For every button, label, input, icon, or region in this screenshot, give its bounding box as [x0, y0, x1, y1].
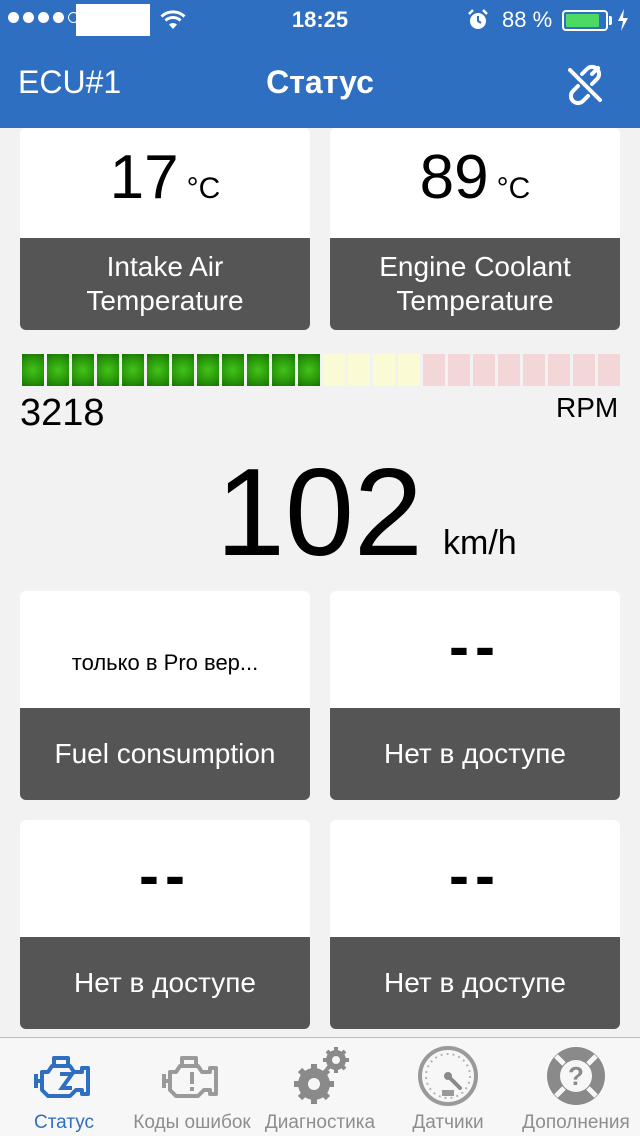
fuel-consumption-label: Fuel consumption	[54, 738, 276, 769]
sensor-card-2[interactable]: -- Нет в доступе	[20, 820, 310, 1029]
rpm-segment	[222, 354, 245, 386]
gauge-icon	[418, 1046, 478, 1106]
rpm-segment	[247, 354, 270, 386]
rpm-segment	[297, 354, 320, 386]
sensor-card-3[interactable]: -- Нет в доступе	[330, 820, 620, 1029]
tab-label: Коды ошибок	[133, 1112, 251, 1133]
rpm-segment	[22, 354, 45, 386]
tab-label: Дополнения	[522, 1112, 630, 1133]
status-bar: 18:25 88 %	[0, 0, 640, 40]
rpm-segment	[197, 354, 220, 386]
sensor-label: Нет в доступе	[384, 967, 566, 998]
tab-bar: Статус Коды ошибок Диагностика Датчики ?…	[0, 1037, 640, 1136]
rpm-segment	[422, 354, 445, 386]
rpm-segment	[547, 354, 571, 386]
rpm-segment	[122, 354, 145, 386]
rpm-segment	[598, 354, 621, 386]
rpm-segment	[472, 354, 495, 386]
sensor-card-1[interactable]: -- Нет в доступе	[330, 591, 620, 800]
gears-icon	[294, 1047, 349, 1104]
alarm-icon	[468, 9, 488, 29]
svg-text:?: ?	[568, 1061, 584, 1091]
help-lifebuoy-icon: ?	[547, 1047, 605, 1105]
sensor-value: --	[449, 842, 501, 909]
pro-version-notice: только в Pro вер...	[71, 649, 259, 675]
battery-icon	[562, 10, 608, 31]
rpm-segment	[522, 354, 545, 386]
rpm-segment	[97, 354, 120, 386]
rpm-segment	[322, 354, 345, 386]
nav-bar: ECU#1 Статус	[0, 40, 640, 128]
rpm-segment	[447, 354, 470, 386]
tab-status[interactable]: Статус	[0, 1038, 128, 1136]
intake-air-unit: °C	[186, 172, 221, 205]
rpm-segment	[72, 354, 95, 386]
tab-error-codes[interactable]: Коды ошибок	[128, 1038, 256, 1136]
battery-percent: 88 %	[502, 7, 553, 32]
intake-air-label-line1: Intake Air	[106, 251, 224, 282]
sensor-value: --	[139, 842, 191, 909]
tab-sensors[interactable]: Датчики	[384, 1038, 512, 1136]
engine-warning-icon	[162, 1056, 218, 1098]
rpm-gauge-bar	[22, 354, 621, 386]
rpm-segment	[147, 354, 170, 386]
speed-unit: km/h	[443, 524, 517, 562]
speed-readout: 102 km/h	[0, 448, 640, 578]
fuel-consumption-card[interactable]: только в Pro вер... Fuel consumption	[20, 591, 310, 800]
tab-label: Диагностика	[264, 1112, 376, 1133]
coolant-label-line2: Temperature	[396, 285, 554, 316]
coolant-card[interactable]: 89 °C Engine Coolant Temperature	[330, 128, 620, 330]
coolant-label-line1: Engine Coolant	[379, 251, 571, 282]
page-title: Статус	[266, 64, 374, 100]
rpm-value: 3218	[20, 392, 105, 434]
intake-air-card[interactable]: 17 °C Intake Air Temperature	[20, 128, 310, 330]
sensor-label: Нет в доступе	[384, 738, 566, 769]
speed-value: 102	[216, 444, 423, 582]
rpm-segment	[47, 354, 70, 386]
unlink-icon[interactable]	[562, 62, 608, 108]
tab-label: Статус	[33, 1112, 95, 1133]
rpm-segment	[397, 354, 420, 386]
sensor-label: Нет в доступе	[74, 967, 256, 998]
rpm-segment	[372, 354, 395, 386]
tab-label: Датчики	[412, 1112, 484, 1133]
intake-air-label-line2: Temperature	[86, 285, 244, 316]
coolant-value: 89	[419, 143, 489, 212]
coolant-unit: °C	[496, 172, 531, 205]
rpm-unit: RPM	[556, 392, 619, 423]
tab-diagnostics[interactable]: Диагностика	[256, 1038, 384, 1136]
rpm-segment	[272, 354, 295, 386]
rpm-segment	[573, 354, 596, 386]
sensor-value: --	[449, 613, 501, 680]
tab-extras[interactable]: ? Дополнения	[512, 1038, 640, 1136]
charging-icon	[618, 9, 628, 31]
rpm-segment	[172, 354, 195, 386]
rpm-segment	[497, 354, 520, 386]
intake-air-value: 17	[109, 143, 179, 212]
check-engine-icon	[34, 1056, 90, 1098]
rpm-segment	[347, 354, 370, 386]
